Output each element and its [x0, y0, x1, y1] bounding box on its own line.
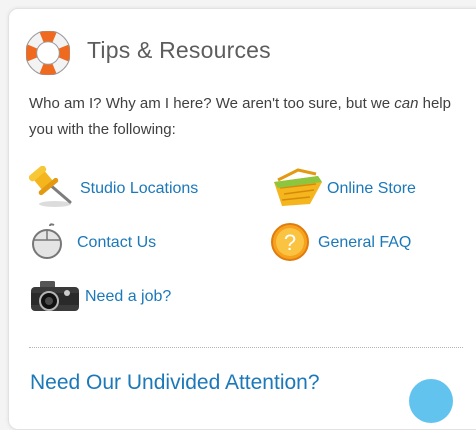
intro-text-emphasis: can [394, 95, 419, 112]
online-store-link[interactable]: Online Store [270, 166, 440, 210]
general-faq-label: General FAQ [318, 234, 412, 251]
need-a-job-link[interactable]: Need a job? [29, 279, 194, 323]
chat-bubble-icon[interactable] [409, 379, 453, 423]
computer-mouse-icon [32, 223, 62, 259]
panel-title: Tips & Resources [87, 37, 271, 63]
intro-text: Who am I? Why am I here? We aren't too s… [29, 91, 459, 143]
life-ring-icon [26, 31, 70, 75]
section-divider [29, 347, 463, 348]
tips-resources-panel [8, 8, 476, 430]
attention-section-title: Need Our Undivided Attention? [30, 371, 320, 394]
general-faq-link[interactable]: ? General FAQ [270, 222, 435, 266]
intro-text-start: Who am I? Why am I here? We aren't too s… [29, 95, 395, 112]
pushpin-icon [29, 166, 72, 207]
contact-us-link[interactable]: Contact Us [30, 222, 180, 266]
studio-locations-link[interactable]: Studio Locations [29, 166, 229, 210]
contact-us-label: Contact Us [77, 234, 157, 251]
svg-text:?: ? [284, 230, 296, 255]
shopping-basket-icon [274, 168, 322, 206]
camera-icon [31, 281, 79, 311]
need-a-job-label: Need a job? [85, 288, 172, 305]
question-mark-icon: ? [271, 223, 309, 261]
online-store-label: Online Store [327, 180, 416, 197]
studio-locations-label: Studio Locations [80, 180, 199, 197]
